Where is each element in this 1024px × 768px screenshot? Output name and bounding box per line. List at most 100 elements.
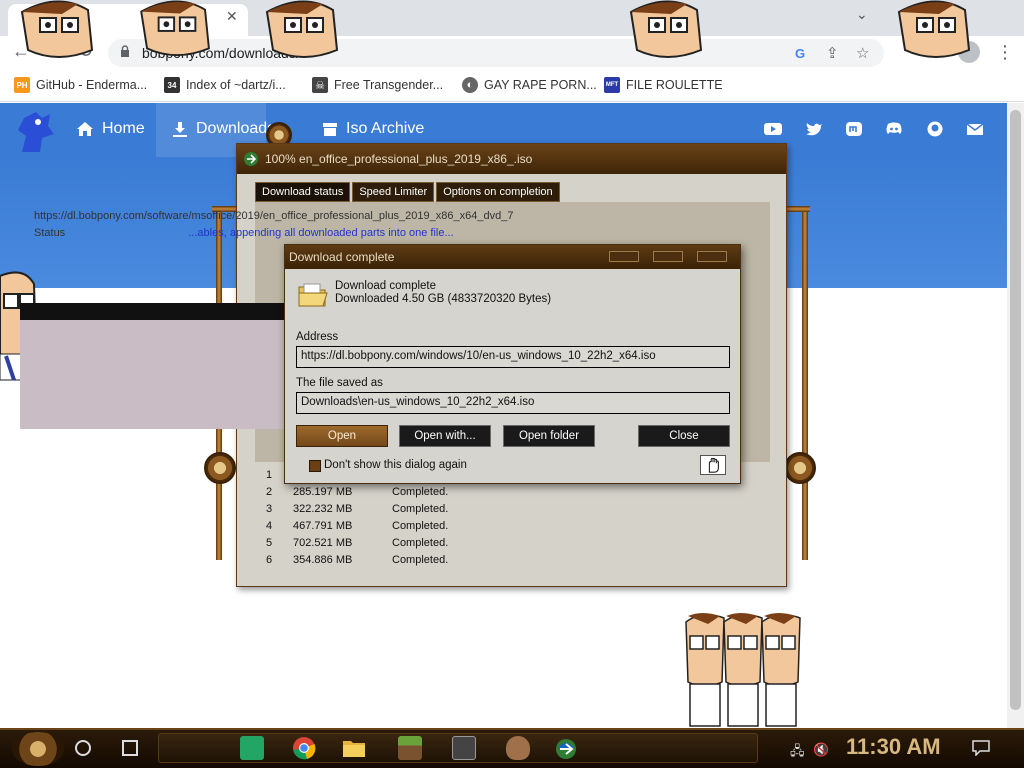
idm-titlebar[interactable]: 100% en_office_professional_plus_2019_x8… [237, 144, 786, 174]
notifications-icon[interactable] [972, 740, 990, 756]
discord-icon[interactable] [885, 121, 903, 137]
chrome-icon[interactable] [292, 736, 316, 760]
skull-icon: ☠ [312, 77, 328, 93]
cartoon-face-icon [897, 0, 971, 58]
table-row[interactable]: 4 467.791 MB Completed. [20, 518, 512, 535]
row-number: 6 [266, 554, 273, 566]
download-icon [173, 122, 187, 137]
dont-show-label[interactable]: Don't show this dialog again [324, 459, 467, 471]
row-status: Completed. [392, 486, 449, 498]
open-button[interactable]: Open [296, 425, 388, 447]
file-explorer-icon[interactable] [342, 736, 366, 760]
lock-icon[interactable] [120, 45, 130, 58]
search-circle-icon[interactable] [75, 740, 91, 756]
youtube-icon[interactable] [764, 121, 782, 137]
task-view-icon[interactable] [122, 740, 138, 756]
idm-status-text: ...ables, appending all downloaded parts… [188, 227, 454, 239]
tab-search-icon[interactable]: ⌄ [856, 6, 868, 23]
terminal-icon[interactable] [452, 736, 476, 760]
close-tab-icon[interactable]: ✕ [226, 8, 238, 25]
row-size: 322.232 MB [293, 503, 353, 515]
tab-download-status[interactable]: Download status [255, 182, 351, 202]
mastodon-icon[interactable] [845, 121, 863, 137]
ornament-pipe [802, 210, 808, 560]
ornament-pipe [786, 206, 810, 212]
gear-icon [784, 452, 816, 484]
row-number: 1 [266, 469, 273, 481]
address-bar[interactable]: bobpony.com/downloads/ G ⇪ ☆ [108, 39, 884, 67]
minimize-button[interactable] [609, 251, 639, 262]
dialog-titlebar[interactable]: Download complete [285, 245, 740, 269]
row-size: 702.521 MB [293, 537, 353, 549]
tab-speed-limiter[interactable]: Speed Limiter [352, 182, 435, 202]
bookmark-label: Index of ~dartz/i... [186, 78, 286, 92]
maximize-button[interactable] [653, 251, 683, 262]
table-row[interactable]: 3 322.232 MB Completed. [20, 501, 512, 518]
close-button[interactable]: Close [638, 425, 730, 447]
row-number: 2 [266, 486, 273, 498]
mft-icon: MFT [604, 77, 620, 93]
idm-taskbar-icon[interactable] [554, 736, 578, 760]
address-label: Address [296, 331, 339, 343]
downloaded-size: Downloaded 4.50 GB (4833720320 Bytes) [335, 293, 552, 305]
idm-status-label: Status [34, 227, 66, 239]
table-row[interactable]: 5 702.521 MB Completed. [20, 535, 512, 552]
row-status: Completed. [392, 520, 449, 532]
google-icon[interactable]: G [794, 46, 808, 60]
github-icon[interactable] [926, 121, 944, 137]
bookmark-label: GAY RAPE PORN... [484, 78, 597, 92]
idm-window-title: 100% en_office_professional_plus_2019_x8… [265, 152, 533, 166]
page-scroll-thumb[interactable] [1010, 110, 1021, 710]
bookmark-item[interactable]: 34 Index of ~dartz/i... [164, 77, 286, 93]
site-logo[interactable] [12, 108, 58, 154]
tab-options-on-completion[interactable]: Options on completion [436, 182, 560, 202]
globe-icon: ◐ [462, 77, 478, 93]
row-status: Completed. [392, 537, 449, 549]
dont-show-checkbox[interactable] [309, 460, 321, 472]
network-icon[interactable]: 🖧 [790, 742, 805, 764]
idm-icon [244, 152, 258, 166]
nav-iso-archive[interactable]: Iso Archive [322, 120, 424, 138]
nav-iso-label: Iso Archive [346, 120, 425, 137]
idm-status-line: Status ...ables, appending all downloade… [34, 227, 454, 239]
svg-text:G: G [795, 46, 805, 60]
bookmark-label: Free Transgender... [334, 78, 444, 92]
nav-home[interactable]: Home [76, 120, 145, 138]
dialog-title: Download complete [289, 250, 395, 264]
row-size: 467.791 MB [293, 520, 353, 532]
minecraft-icon[interactable] [398, 736, 422, 760]
sheets-icon[interactable] [240, 736, 264, 760]
nav-home-label: Home [102, 120, 145, 137]
volume-muted-icon[interactable]: 🔇 [813, 742, 829, 758]
start-button[interactable] [12, 732, 64, 766]
hand-cursor-icon[interactable] [700, 455, 726, 475]
nav-downloads-label: Downloads [196, 120, 276, 137]
share-icon[interactable]: ⇪ [826, 44, 839, 62]
bookmark-item[interactable]: ◐ GAY RAPE PORN... [462, 77, 597, 93]
address-field[interactable]: https://dl.bobpony.com/windows/10/en-us_… [296, 346, 730, 368]
cartoon-group-icon [685, 613, 801, 727]
table-row[interactable]: 2 285.197 MB Completed. [20, 484, 512, 501]
twitter-icon[interactable] [805, 121, 823, 137]
row-status: Completed. [392, 554, 449, 566]
taskbar-clock[interactable]: 11:30 AM [846, 734, 941, 760]
bookmark-item[interactable]: MFT FILE ROULETTE [604, 77, 723, 93]
table-row[interactable]: 6 354.886 MB Completed. [20, 552, 512, 569]
mail-icon[interactable] [966, 121, 984, 137]
animal-icon[interactable] [506, 736, 530, 760]
bookmark-item[interactable]: PH GitHub - Enderma... [14, 77, 147, 93]
nav-downloads[interactable]: Downloads [172, 120, 275, 138]
bookmark-label: GitHub - Enderma... [36, 78, 148, 92]
saved-path-field[interactable]: Downloads\en-us_windows_10_22h2_x64.iso [296, 392, 730, 414]
pixel-icon: 34 [164, 77, 180, 93]
open-with-button[interactable]: Open with... [399, 425, 491, 447]
archive-icon [323, 123, 337, 136]
bookmark-star-icon[interactable]: ☆ [856, 44, 869, 62]
ph-icon: PH [14, 77, 30, 93]
idm-url-line: https://dl.bobpony.com/software/msoffice… [34, 210, 514, 222]
close-window-button[interactable] [697, 251, 727, 262]
browser-menu-icon[interactable]: ⋮ [996, 42, 1014, 63]
bookmark-item[interactable]: ☠ Free Transgender... [312, 77, 443, 93]
open-folder-button[interactable]: Open folder [503, 425, 595, 447]
download-complete-dialog: Download complete Download complete Down… [284, 244, 741, 484]
